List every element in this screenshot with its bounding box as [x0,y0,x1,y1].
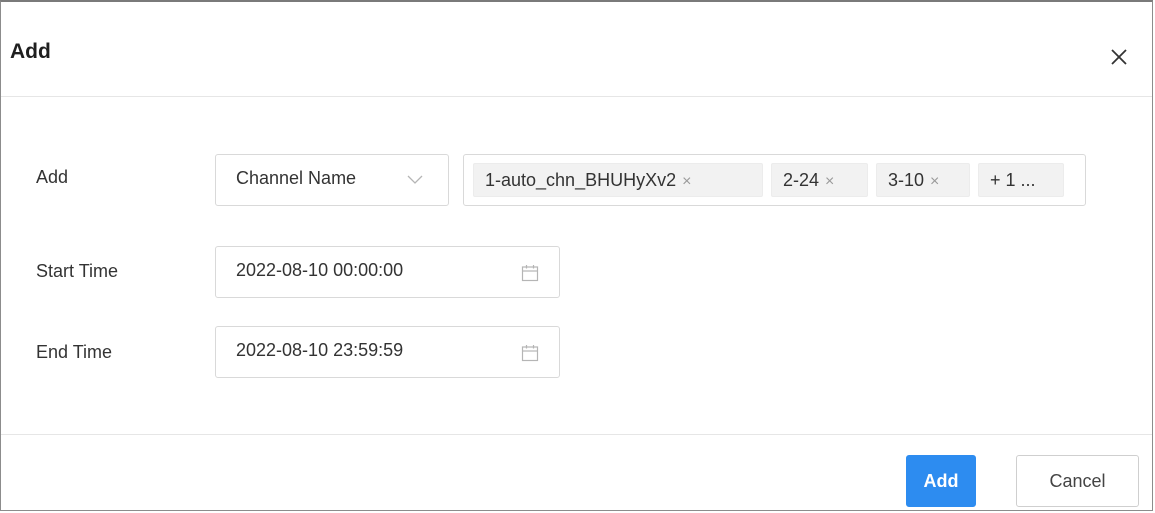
channel-tag-label: 1-auto_chn_BHUHyXv2 [485,170,677,190]
dialog-title: Add [10,40,51,63]
start-time-value: 2022-08-10 00:00:00 [236,260,404,280]
cancel-button[interactable]: Cancel [1016,455,1139,507]
channel-tag: 3-10 × [876,163,970,197]
add-button[interactable]: Add [906,455,976,507]
channel-type-value: Channel Name [236,168,357,188]
channel-tag-label: 3-10 [888,170,925,190]
close-icon[interactable] [1108,46,1130,68]
calendar-icon [521,344,539,362]
tag-remove-icon[interactable]: × [930,166,939,198]
start-time-label: Start Time [36,261,119,281]
channel-type-select[interactable]: Channel Name [215,154,449,206]
tag-remove-icon[interactable]: × [682,166,691,198]
add-dialog: Add Add Channel Name 1-auto_chn_BHUHyXv2… [0,0,1153,511]
end-time-picker[interactable]: 2022-08-10 23:59:59 [215,326,560,378]
dialog-body: Add Channel Name 1-auto_chn_BHUHyXv2 × 2-… [1,97,1152,435]
end-time-value: 2022-08-10 23:59:59 [236,340,404,360]
dialog-header: Add [1,2,1152,97]
more-channels-tag[interactable]: + 1 ... [978,163,1064,197]
chevron-down-icon [407,172,423,184]
tag-remove-icon[interactable]: × [825,166,834,198]
channel-tag: 1-auto_chn_BHUHyXv2 × [473,163,763,197]
calendar-icon [521,264,539,282]
add-label: Add [36,167,69,187]
end-time-label: End Time [36,342,113,362]
channel-tag: 2-24 × [771,163,868,197]
channel-multi-select[interactable]: 1-auto_chn_BHUHyXv2 × 2-24 × 3-10 × + 1 ... [463,154,1086,206]
start-time-picker[interactable]: 2022-08-10 00:00:00 [215,246,560,298]
dialog-footer: Add Cancel [1,434,1152,512]
channel-tag-label: 2-24 [783,170,820,190]
